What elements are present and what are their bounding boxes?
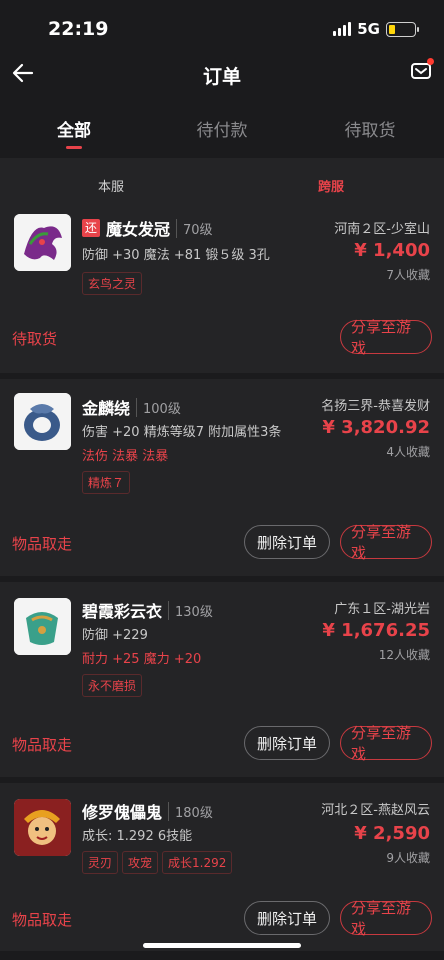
item-tag: 灵刃 xyxy=(82,851,119,874)
item-stats: 防御 +229 xyxy=(82,628,148,643)
item-stats: 伤害 +20 精炼等级7 附加属性3条 xyxy=(82,425,282,440)
item-name-line: 金麟绕 100级 xyxy=(82,395,181,419)
tab-all[interactable]: 全部 xyxy=(0,108,148,156)
status-right: 5G xyxy=(333,20,419,38)
item-stats: 成长: 1.292 6技能 xyxy=(82,829,193,844)
item-level: 130级 xyxy=(168,600,213,620)
order-actions: 物品取走 删除订单 分享至游戏 xyxy=(0,718,444,772)
item-tag: 玄鸟之灵 xyxy=(82,272,143,295)
item-price: ¥ 1,400 xyxy=(354,240,430,261)
order-actions: 物品取走 删除订单 分享至游戏 xyxy=(0,517,444,571)
game-server: 河南２区-少室山 xyxy=(334,222,430,237)
cross-server-label[interactable]: 跨服 xyxy=(318,176,344,195)
item-thumbnail xyxy=(14,799,71,856)
item-name: 金麟绕 xyxy=(82,399,131,418)
favorite-count: 12人收藏 xyxy=(378,648,430,662)
item-stats-secondary: 耐力 +25 魔力 +20 xyxy=(82,652,202,667)
item-tags: 灵刃 攻宠 成长1.292 xyxy=(82,851,233,874)
delete-order-button[interactable]: 删除订单 xyxy=(244,726,330,760)
page-title: 订单 xyxy=(202,66,241,88)
item-stats: 防御 +30 魔法 +81 锻５级 3孔 xyxy=(82,248,270,263)
item-tags: 精炼７ xyxy=(82,471,131,494)
delete-order-button[interactable]: 删除订单 xyxy=(244,525,330,559)
tab-pending-pickup[interactable]: 待取货 xyxy=(296,108,444,156)
order-item[interactable]: 碧霞彩云衣 130级 广东１区-湖光岩 ¥ 1,676.25 12人收藏 防御 … xyxy=(0,582,444,718)
delete-order-button[interactable]: 删除订单 xyxy=(244,901,330,935)
order-actions: 待取货 分享至游戏 xyxy=(0,312,444,366)
item-level: 180级 xyxy=(168,801,213,821)
battery-icon xyxy=(386,21,419,37)
order-status: 待取货 xyxy=(12,330,58,348)
item-price: ¥ 1,676.25 xyxy=(322,620,430,641)
order-item[interactable]: 修罗傀儡鬼 180级 河北２区-燕赵风云 ¥ 2,590 9人收藏 成长: 1.… xyxy=(0,783,444,893)
local-server-label[interactable]: 本服 xyxy=(98,176,124,195)
order-actions: 物品取走 删除订单 分享至游戏 xyxy=(0,893,444,947)
game-server: 河北２区-燕赵风云 xyxy=(321,803,430,818)
item-thumbnail xyxy=(14,393,71,450)
status-bar: 22:19 5G xyxy=(0,0,444,56)
share-to-game-button[interactable]: 分享至游戏 xyxy=(340,318,432,357)
network-label: 5G xyxy=(357,20,380,38)
item-level: 100级 xyxy=(136,397,181,417)
item-thumbnail xyxy=(14,598,71,655)
home-indicator xyxy=(143,943,301,948)
share-to-game-button[interactable]: 分享至游戏 xyxy=(340,724,432,763)
item-price: ¥ 3,820.92 xyxy=(322,417,430,438)
order-item[interactable]: 金麟绕 100级 名扬三界-恭喜发财 ¥ 3,820.92 4人收藏 伤害 +2… xyxy=(0,379,444,517)
share-to-game-button[interactable]: 分享至游戏 xyxy=(340,899,432,938)
order-card[interactable]: 碧霞彩云衣 130级 广东１区-湖光岩 ¥ 1,676.25 12人收藏 防御 … xyxy=(0,582,444,777)
game-server: 广东１区-湖光岩 xyxy=(334,602,430,617)
order-list: 本服 跨服 还 魔女发冠 70级 河南２区-少室山 ¥ 1,400 7人收藏 防… xyxy=(0,158,444,951)
tab-pending-payment[interactable]: 待付款 xyxy=(148,108,296,156)
item-name-line: 碧霞彩云衣 130级 xyxy=(82,598,213,622)
return-badge: 还 xyxy=(82,219,100,237)
server-type-row: 本服 跨服 xyxy=(0,158,444,204)
item-stats-secondary: 法伤 法暴 法暴 xyxy=(82,449,169,464)
share-to-game-button[interactable]: 分享至游戏 xyxy=(340,523,432,562)
order-status: 物品取走 xyxy=(12,911,73,929)
item-thumbnail xyxy=(14,214,71,271)
favorite-count: 4人收藏 xyxy=(386,445,430,459)
item-name: 碧霞彩云衣 xyxy=(82,602,163,621)
order-item[interactable]: 还 魔女发冠 70级 河南２区-少室山 ¥ 1,400 7人收藏 防御 +30 … xyxy=(0,204,444,312)
order-card[interactable]: 本服 跨服 还 魔女发冠 70级 河南２区-少室山 ¥ 1,400 7人收藏 防… xyxy=(0,158,444,373)
item-tag: 成长1.292 xyxy=(162,851,233,874)
item-name: 修罗傀儡鬼 xyxy=(82,803,163,822)
status-time: 22:19 xyxy=(48,18,109,40)
order-card[interactable]: 修罗傀儡鬼 180级 河北２区-燕赵风云 ¥ 2,590 9人收藏 成长: 1.… xyxy=(0,783,444,951)
item-tag: 精炼７ xyxy=(82,471,131,494)
game-server: 名扬三界-恭喜发财 xyxy=(321,399,430,414)
favorite-count: 9人收藏 xyxy=(386,851,430,865)
order-status: 物品取走 xyxy=(12,535,73,553)
item-level: 70级 xyxy=(176,218,213,238)
unread-dot xyxy=(427,58,434,65)
item-tags: 玄鸟之灵 xyxy=(82,272,143,295)
order-card[interactable]: 金麟绕 100级 名扬三界-恭喜发财 ¥ 3,820.92 4人收藏 伤害 +2… xyxy=(0,379,444,576)
order-tabs: 全部 待付款 待取货 xyxy=(0,108,444,156)
nav-bar: 订单 xyxy=(0,56,444,96)
mail-icon[interactable] xyxy=(410,58,434,82)
item-tag: 永不磨损 xyxy=(82,674,143,697)
item-price: ¥ 2,590 xyxy=(354,823,430,844)
item-name-line: 还 魔女发冠 70级 xyxy=(82,216,213,240)
item-tag: 攻宠 xyxy=(122,851,159,874)
item-name: 魔女发冠 xyxy=(106,220,171,239)
signal-icon xyxy=(333,22,352,36)
item-name-line: 修罗傀儡鬼 180级 xyxy=(82,799,213,823)
favorite-count: 7人收藏 xyxy=(386,268,430,282)
order-status: 物品取走 xyxy=(12,736,73,754)
item-tags: 永不磨损 xyxy=(82,674,143,697)
